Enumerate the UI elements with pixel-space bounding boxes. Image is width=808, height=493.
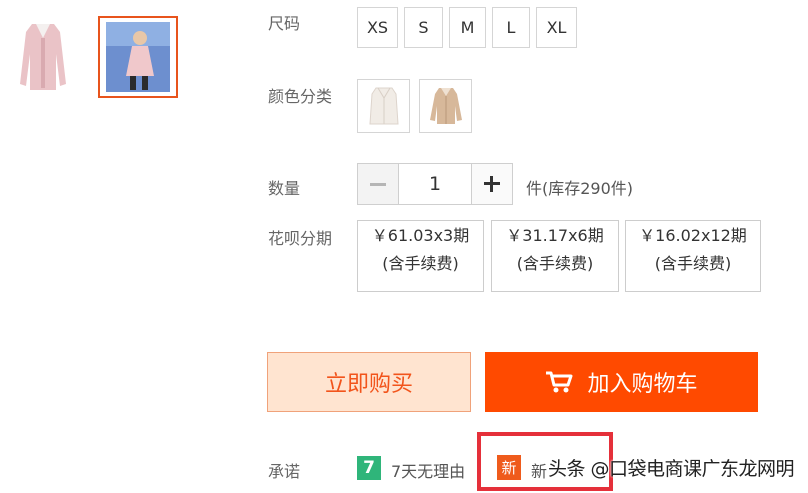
installment-label: 花呗分期 — [268, 229, 333, 248]
promise-label: 承诺 — [268, 462, 301, 481]
new-badge-icon: 新 — [497, 455, 521, 480]
seven-day-return-text: 7天无理由 — [391, 462, 466, 481]
installment-plan-3[interactable]: ￥61.03x3期 (含手续费) — [357, 220, 484, 292]
size-label: 尺码 — [268, 14, 301, 33]
minus-icon — [370, 182, 386, 186]
watermark-text: 头条 @口袋电商课广东龙网明 — [548, 458, 795, 480]
color-label: 颜色分类 — [268, 87, 333, 106]
color-option-white-vest[interactable] — [357, 79, 410, 133]
shopping-cart-icon — [546, 371, 573, 393]
product-thumbnail-pink-coat[interactable] — [10, 14, 76, 98]
size-option-xl[interactable]: XL — [536, 7, 577, 48]
quantity-input[interactable]: 1 — [399, 164, 471, 204]
installment-fee: (含手续费) — [654, 254, 732, 273]
installment-fee: (含手续费) — [516, 254, 594, 273]
installment-price: ￥61.03x3期 — [371, 226, 470, 245]
size-option-l[interactable]: L — [492, 7, 530, 48]
model-photo-image — [100, 18, 176, 96]
installment-price: ￥31.17x6期 — [506, 226, 604, 245]
quantity-stepper: 1 — [357, 163, 513, 205]
new-text: 新 — [531, 462, 548, 481]
add-to-cart-label: 加入购物车 — [587, 372, 698, 397]
camel-coat-swatch-icon — [429, 88, 462, 124]
stock-info: 件(库存290件) — [526, 179, 634, 198]
increase-quantity-button[interactable] — [471, 164, 512, 204]
white-vest-swatch-icon — [368, 87, 399, 125]
size-option-m[interactable]: M — [449, 7, 486, 48]
installment-plan-12[interactable]: ￥16.02x12期 (含手续费) — [625, 220, 761, 292]
decrease-quantity-button[interactable] — [358, 164, 399, 204]
product-thumbnail-model-photo[interactable] — [98, 16, 178, 98]
installment-fee: (含手续费) — [382, 254, 459, 273]
buy-now-button[interactable]: 立即购买 — [267, 352, 471, 412]
plus-icon — [484, 176, 500, 192]
installment-price: ￥16.02x12期 — [639, 226, 747, 245]
add-to-cart-button[interactable]: 加入购物车 — [485, 352, 758, 412]
color-option-camel-coat[interactable] — [419, 79, 472, 133]
size-option-s[interactable]: S — [404, 7, 443, 48]
new-badge-text: 新 — [501, 459, 517, 477]
quantity-label: 数量 — [268, 179, 301, 198]
pink-coat-image — [10, 14, 76, 98]
seven-day-badge-text: 7 — [363, 458, 375, 478]
installment-plan-6[interactable]: ￥31.17x6期 (含手续费) — [491, 220, 619, 292]
buy-now-label: 立即购买 — [324, 372, 413, 397]
size-option-xs[interactable]: XS — [357, 7, 398, 48]
seven-day-return-icon: 7 — [357, 456, 381, 480]
